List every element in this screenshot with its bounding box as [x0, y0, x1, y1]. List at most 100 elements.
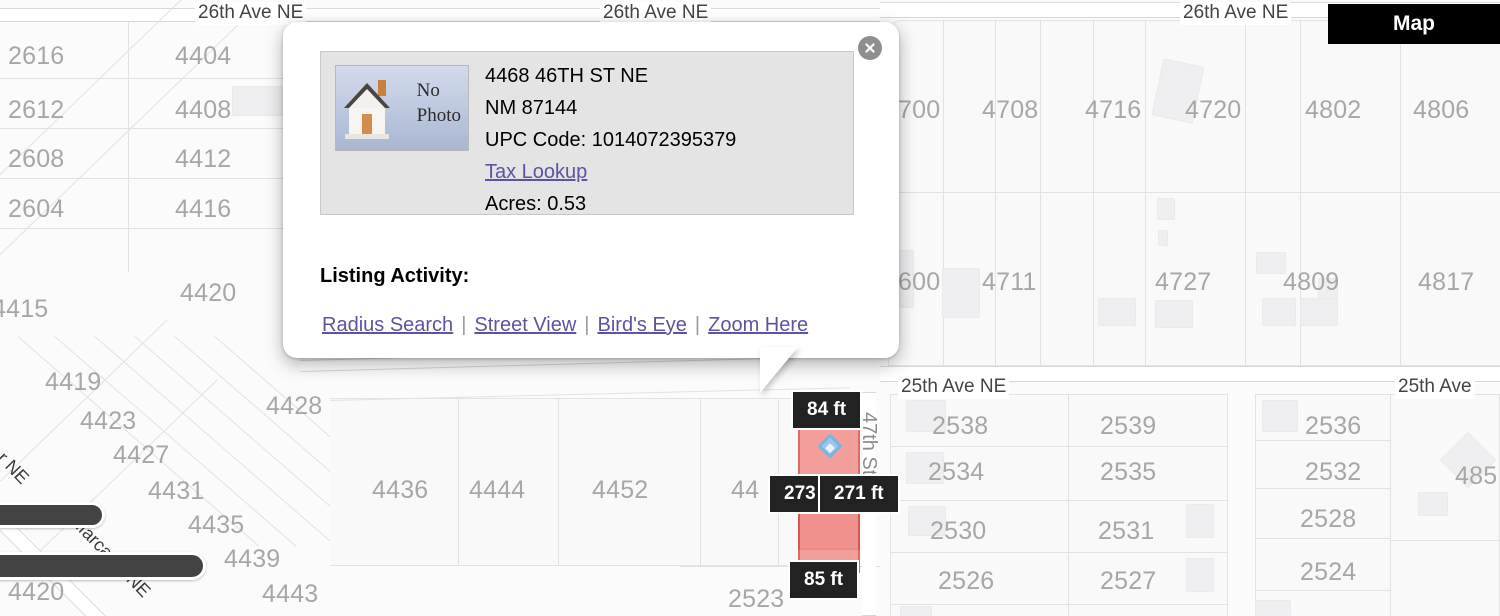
parcel-line	[1400, 20, 1401, 366]
link-separator: |	[461, 314, 467, 336]
street-label-25th-ave: 25th Ave	[1395, 376, 1475, 399]
parcel-number: 4423	[80, 407, 137, 435]
building-footprint	[1256, 252, 1286, 274]
parcel-number: 4436	[372, 476, 429, 504]
parcel-line	[1068, 394, 1069, 616]
thumbnail-no-photo-text: No Photo	[417, 78, 461, 128]
parcel-number: 2538	[932, 412, 989, 440]
measurement-label-bottom: 85 ft	[788, 560, 860, 600]
parcel-number: 700	[898, 96, 941, 124]
parcel-number: 4408	[175, 96, 232, 124]
parcel-number: 4415	[0, 295, 49, 323]
parcel-number: 2531	[1098, 517, 1155, 545]
property-details: 4468 46TH ST NE NM 87144 UPC Code: 10140…	[485, 60, 736, 220]
parcel-line	[890, 552, 1228, 553]
parcel-number: 4720	[1185, 96, 1242, 124]
parcel-number: 4809	[1283, 268, 1340, 296]
building-footprint	[1186, 558, 1214, 592]
parcel-number: 4817	[1418, 268, 1475, 296]
parcel-number: 2536	[1305, 412, 1362, 440]
parcel-number: 2604	[8, 195, 65, 223]
building-footprint	[1262, 400, 1298, 432]
parcel-map-app: 47th St NE 2616 4404 2612 4408 2608 4412…	[0, 0, 1500, 616]
parcel-number: 4427	[113, 441, 170, 469]
birds-eye-link[interactable]: Bird's Eye	[598, 314, 687, 336]
close-icon[interactable]	[858, 36, 882, 60]
parcel-number: 4708	[982, 96, 1039, 124]
parcel-line	[1255, 590, 1390, 591]
parcel-line	[0, 128, 292, 129]
thumbnail-line2: Photo	[416, 105, 461, 126]
radius-search-link[interactable]: Radius Search	[322, 314, 453, 336]
zoom-here-link[interactable]: Zoom Here	[708, 314, 808, 336]
parcel-line	[0, 178, 292, 179]
road-26th-ave-ne-west	[0, 8, 880, 22]
parcel-line	[458, 398, 459, 566]
link-separator: |	[584, 314, 590, 336]
parcel-line	[890, 604, 1228, 605]
parcel-number: 4439	[224, 545, 281, 573]
parcel-number: 4431	[148, 477, 205, 505]
building-footprint	[1186, 504, 1214, 538]
parcel-line	[890, 500, 1228, 501]
link-separator: |	[694, 314, 701, 336]
street-view-link[interactable]: Street View	[474, 314, 576, 336]
acres-value: Acres: 0.53	[485, 193, 587, 215]
scale-bar-lower	[0, 552, 206, 580]
parcel-number: 2524	[1300, 558, 1357, 586]
parcel-info-popup: No Photo 4468 46TH ST NE NM 87144 UPC Co…	[283, 22, 899, 358]
parcel-line	[995, 20, 996, 366]
map-type-button[interactable]: Map	[1328, 4, 1500, 44]
parcel-number: 4435	[188, 511, 245, 539]
parcel-number: 4716	[1085, 96, 1142, 124]
parcel-line	[888, 192, 1500, 193]
parcel-number: 4404	[175, 42, 232, 70]
building-footprint	[942, 268, 980, 318]
parcel-line	[890, 446, 1228, 447]
building-footprint	[1300, 298, 1338, 326]
parcel-line	[0, 78, 292, 79]
parcel-number: 4420	[180, 279, 237, 307]
parcel-number: 4420	[8, 578, 65, 606]
parcel-number: 2532	[1305, 458, 1362, 486]
parcel-number: 4428	[266, 392, 323, 420]
parcel-number: 2530	[930, 517, 987, 545]
building-footprint	[900, 606, 932, 616]
parcel-number: 4802	[1305, 96, 1362, 124]
parcel-number: 4727	[1155, 268, 1212, 296]
parcel-line	[128, 22, 129, 272]
parcel-number: 2612	[8, 96, 65, 124]
parcel-line	[558, 398, 559, 566]
parcel-number: 4444	[469, 476, 526, 504]
parcel-line	[1390, 394, 1391, 616]
parcel-number: 2526	[938, 567, 995, 595]
building-footprint	[1255, 600, 1291, 616]
parcel-line	[1255, 538, 1390, 539]
address-line-1: 4468 46TH ST NE	[485, 65, 649, 87]
building-footprint	[1155, 300, 1193, 328]
thumbnail-line1: No	[416, 80, 440, 101]
listing-activity-heading: Listing Activity:	[320, 265, 470, 287]
building-footprint	[232, 86, 284, 116]
parcel-line	[1040, 20, 1041, 366]
parcel-number: 4419	[45, 368, 102, 396]
parcel-number: 600	[898, 268, 941, 296]
parcel-number: 2616	[8, 42, 65, 70]
parcel-number: 2527	[1100, 567, 1157, 595]
action-links: Radius Search | Street View | Bird's Eye | Zoo…	[320, 314, 810, 337]
address-line-2: NM 87144	[485, 97, 578, 119]
parcel-number: 44	[731, 476, 760, 504]
parcel-line	[700, 398, 701, 566]
tax-lookup-link[interactable]: Tax Lookup	[485, 161, 587, 183]
parcel-number: 2534	[928, 458, 985, 486]
building-footprint	[1098, 298, 1136, 326]
parcel-line	[1093, 20, 1094, 366]
measurement-label-top: 84 ft	[791, 390, 863, 430]
parcel-number: 4806	[1413, 96, 1470, 124]
parcel-number: 2608	[8, 145, 65, 173]
parcel-number: 2539	[1100, 412, 1157, 440]
parcel-number: 2528	[1300, 505, 1357, 533]
parcel-line	[1145, 20, 1146, 366]
building-footprint	[1418, 492, 1448, 516]
parcel-number: 4452	[592, 476, 649, 504]
